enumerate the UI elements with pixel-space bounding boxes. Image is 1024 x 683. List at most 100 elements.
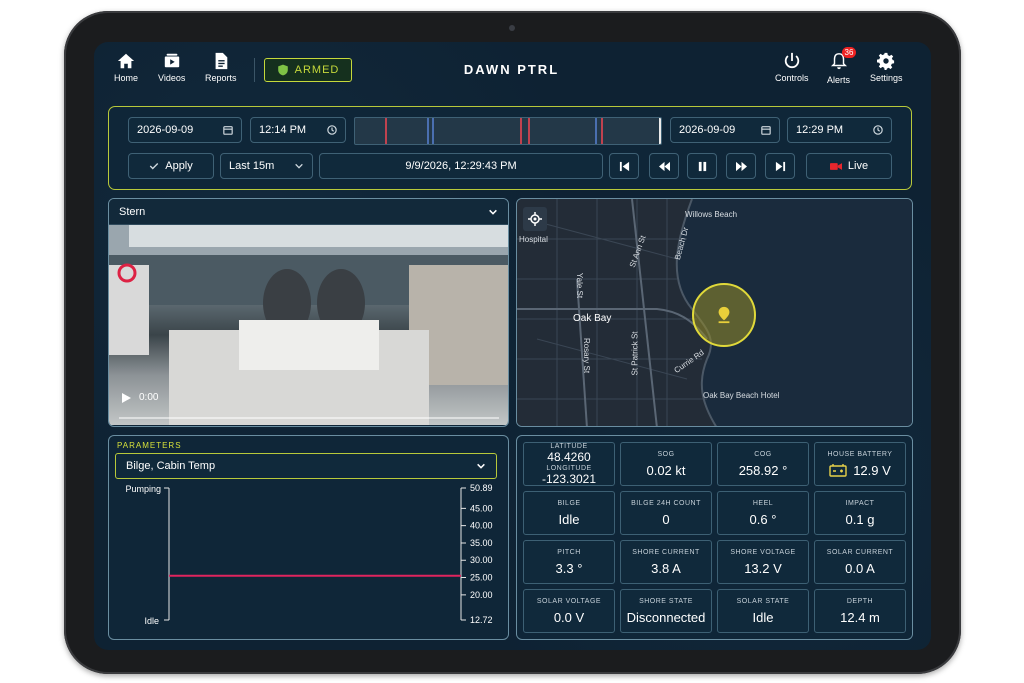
camera-select[interactable]: Stern <box>109 199 508 225</box>
rewind-button[interactable] <box>649 153 679 179</box>
nav-home-label: Home <box>114 73 139 83</box>
telemetry-tile-label: SOLAR CURRENT <box>826 548 894 556</box>
telemetry-tile-label: SOG <box>657 450 675 458</box>
map-label-oak-bay: Oak Bay <box>573 313 612 324</box>
video-progress-bar[interactable] <box>119 417 499 419</box>
skip-end-button[interactable] <box>765 153 795 179</box>
alerts-badge: 36 <box>841 47 857 58</box>
power-icon <box>784 52 799 68</box>
skip-end-icon <box>775 161 785 171</box>
crosshair-icon <box>528 212 542 226</box>
locate-button[interactable] <box>523 207 547 231</box>
start-time-field[interactable]: 12:14 PM <box>250 117 346 143</box>
video-frame <box>109 225 508 425</box>
telemetry-tile: PITCH 3.3 ° <box>523 540 615 584</box>
timeline-event-marker[interactable] <box>427 118 429 144</box>
telemetry-tile-value: 12.4 m <box>840 610 880 625</box>
vessel-location-marker[interactable] <box>692 283 756 347</box>
timeline-scrubber[interactable] <box>354 117 662 145</box>
nav-controls[interactable]: Controls <box>775 52 809 83</box>
telemetry-tile-label: DEPTH <box>846 597 874 605</box>
live-button[interactable]: Live <box>806 153 892 179</box>
video-camera-icon <box>829 162 842 170</box>
right-tick-label: 40.00 <box>470 521 493 531</box>
play-icon[interactable] <box>121 392 131 403</box>
skip-start-button[interactable] <box>609 153 639 179</box>
telemetry-tile-value-text: 0.6 ° <box>749 511 777 527</box>
nav-divider <box>254 58 255 82</box>
telemetry-tile-value: 258.92 ° <box>739 463 788 478</box>
end-date-field[interactable]: 2026-09-09 <box>670 117 780 143</box>
timeline-cursor[interactable] <box>659 118 661 144</box>
telemetry-tile-value-text: 0.0 A <box>845 560 875 576</box>
telemetry-tile-value: Disconnected <box>627 610 706 625</box>
armed-status-button[interactable]: ARMED <box>264 58 352 82</box>
telemetry-tile-value-text: 0 <box>662 511 670 527</box>
map-label-willows-beach: Willows Beach <box>685 210 738 219</box>
timeline-event-marker[interactable] <box>385 118 387 144</box>
telemetry-tile: SHORE STATE Disconnected <box>620 589 712 633</box>
pause-button[interactable] <box>687 153 717 179</box>
timeline-event-marker[interactable] <box>432 118 434 144</box>
video-feed[interactable]: 0:00 <box>109 225 508 425</box>
apply-button[interactable]: Apply <box>128 153 214 179</box>
telemetry-tile-value: 0.0 V <box>554 610 584 625</box>
telemetry-tile-value-text: Idle <box>752 609 774 625</box>
right-tick-label: 20.00 <box>470 590 493 600</box>
fast-forward-button[interactable] <box>726 153 756 179</box>
telemetry-tile: IMPACT 0.1 g <box>814 491 906 535</box>
right-tick-label: 12.72 <box>470 615 493 625</box>
telemetry-tile: SOLAR VOLTAGE 0.0 V <box>523 589 615 633</box>
range-label: Last 15m <box>229 160 275 172</box>
map-pin-icon <box>718 306 730 324</box>
nav-home[interactable]: Home <box>114 52 138 83</box>
gear-icon <box>877 52 895 70</box>
timeline-event-marker[interactable] <box>528 118 530 144</box>
map-panel[interactable]: Hospital Willows Beach Oak Bay Oak Bay B… <box>516 198 913 427</box>
nav-videos-label: Videos <box>158 73 186 83</box>
calendar-icon <box>761 126 771 135</box>
telemetry-panel: LATITUDE 48.4260 LONGITUDE -123.3021 SOG… <box>516 435 913 640</box>
telemetry-tile-value: 0.6 ° <box>750 512 777 527</box>
map-label-yale: Yale St <box>575 272 585 299</box>
nav-videos[interactable]: Videos <box>158 52 185 83</box>
parameters-select[interactable]: Bilge, Cabin Temp <box>115 453 497 479</box>
camera-name: Stern <box>119 205 146 218</box>
telemetry-tile-value-text: 13.2 V <box>744 560 782 576</box>
front-camera <box>509 25 515 31</box>
telemetry-tile-label: COG <box>754 450 772 458</box>
end-time-field[interactable]: 12:29 PM <box>787 117 892 143</box>
telemetry-tile: SHORE CURRENT 3.8 A <box>620 540 712 584</box>
longitude-value: -123.3021 <box>541 472 597 486</box>
end-time-value: 12:29 PM <box>796 124 844 136</box>
armed-label: ARMED <box>294 64 340 76</box>
skip-start-icon <box>619 161 629 171</box>
timeline-event-marker[interactable] <box>601 118 603 144</box>
clock-icon <box>873 125 883 135</box>
nav-settings[interactable]: Settings <box>870 52 903 83</box>
timeline-event-marker[interactable] <box>520 118 522 144</box>
telemetry-tile-value: 12.9 V <box>829 463 891 478</box>
telemetry-tile-label: SHORE STATE <box>639 597 693 605</box>
right-tick-label: 35.00 <box>470 538 493 548</box>
telemetry-tile-label: SHORE CURRENT <box>632 548 700 556</box>
range-select[interactable]: Last 15m <box>220 153 313 179</box>
apply-label: Apply <box>165 160 193 172</box>
nav-alerts[interactable]: 36 Alerts <box>827 47 857 85</box>
fast-forward-icon <box>735 161 747 171</box>
parameters-selected: Bilge, Cabin Temp <box>126 460 216 472</box>
live-label: Live <box>847 160 869 172</box>
timeline-event-marker[interactable] <box>595 118 597 144</box>
nav-reports[interactable]: Reports <box>205 52 237 83</box>
pause-icon <box>698 161 706 171</box>
telemetry-tile: SOG 0.02 kt <box>620 442 712 486</box>
start-date-value: 2026-09-09 <box>137 124 194 136</box>
left-axis-top-label: Pumping <box>125 484 161 494</box>
telemetry-tile-value: 3.8 A <box>651 561 681 576</box>
telemetry-tile-label: BILGE <box>557 499 581 507</box>
telemetry-tile-label: BILGE 24H COUNT <box>631 499 701 507</box>
left-axis-bottom-label: Idle <box>144 616 159 626</box>
current-timestamp: 9/9/2026, 12:29:43 PM <box>319 153 603 179</box>
start-date-field[interactable]: 2026-09-09 <box>128 117 242 143</box>
telemetry-tile-value: 0.1 g <box>846 512 875 527</box>
